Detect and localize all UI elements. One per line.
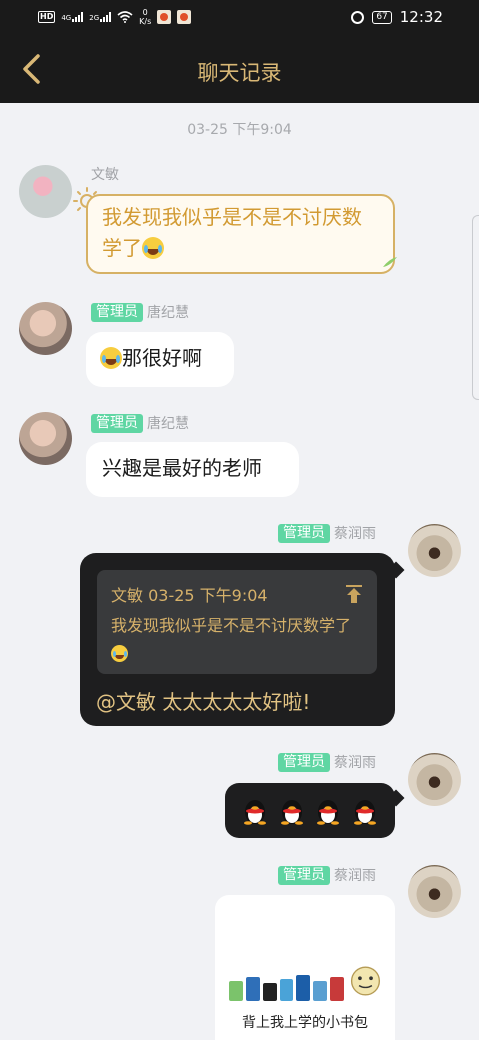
sender-name: 蔡润雨 bbox=[334, 755, 376, 771]
message-text: 那很好啊 bbox=[122, 346, 202, 370]
app-notification-icon bbox=[157, 10, 172, 24]
tears-of-joy-emoji-icon bbox=[111, 645, 128, 662]
penguin-emoji-icon bbox=[353, 799, 376, 825]
network-speed: 0 K/s bbox=[139, 8, 152, 26]
penguin-emoji-icon bbox=[280, 799, 303, 825]
sender-name-row: 管理员 唐纪慧 bbox=[91, 413, 189, 433]
tears-of-joy-emoji-icon bbox=[100, 347, 122, 369]
avatar[interactable] bbox=[19, 165, 72, 218]
message-text: 我发现我似乎是不是不讨厌数学了 bbox=[102, 205, 362, 260]
wifi-icon bbox=[117, 11, 133, 23]
clock: 12:32 bbox=[399, 8, 443, 26]
alarm-icon bbox=[351, 10, 365, 24]
battery-icon: 67 bbox=[372, 10, 392, 24]
quoted-message[interactable]: 文敏 03-25 下午9:04 我发现我似乎是不是不讨厌数学了 bbox=[97, 570, 377, 674]
books-sticker-image bbox=[229, 966, 384, 1001]
signal-icon-2: 2G bbox=[89, 12, 112, 22]
sender-name: 文敏 bbox=[91, 167, 119, 183]
sender-name-row: 文敏 bbox=[91, 164, 119, 184]
status-left: HD 4G 2G 0 K/s bbox=[38, 8, 192, 26]
cartoon-face-icon bbox=[350, 966, 381, 996]
admin-badge: 管理员 bbox=[91, 413, 143, 433]
admin-badge: 管理员 bbox=[278, 865, 330, 885]
message-bubble[interactable]: 我发现我似乎是不是不讨厌数学了 bbox=[86, 194, 395, 274]
message-text: @文敏 太太太太太好啦! bbox=[96, 690, 311, 714]
penguin-emoji-icon bbox=[244, 799, 267, 825]
hd-indicator: HD bbox=[38, 11, 56, 23]
admin-badge: 管理员 bbox=[91, 302, 143, 322]
admin-badge: 管理员 bbox=[278, 523, 330, 543]
quote-text: 我发现我似乎是不是不讨厌数学了 bbox=[111, 612, 361, 666]
sticker-card[interactable]: 背上我上学的小书包 bbox=[215, 895, 395, 1040]
message-bubble[interactable]: 那很好啊 bbox=[86, 332, 234, 387]
sender-name: 唐纪慧 bbox=[147, 416, 189, 432]
tears-of-joy-emoji-icon bbox=[142, 237, 164, 259]
avatar[interactable] bbox=[19, 412, 72, 465]
status-right: 67 12:32 bbox=[351, 8, 443, 26]
avatar[interactable] bbox=[19, 302, 72, 355]
avatar[interactable] bbox=[408, 524, 461, 577]
time-separator: 03-25 下午9:04 bbox=[187, 122, 292, 138]
message-bubble[interactable]: 兴趣是最好的老师 bbox=[86, 442, 299, 497]
quote-header: 文敏 03-25 下午9:04 bbox=[111, 586, 268, 605]
page-title: 聊天记录 bbox=[197, 61, 282, 85]
signal-icon: 4G bbox=[61, 12, 84, 22]
leaf-decoration-icon bbox=[383, 257, 397, 267]
sender-name-row: 管理员 蔡润雨 bbox=[278, 752, 376, 772]
jump-to-top-icon[interactable] bbox=[345, 584, 363, 604]
nav-header: 聊天记录 bbox=[0, 38, 479, 103]
sender-name: 唐纪慧 bbox=[147, 305, 189, 321]
status-bar: HD 4G 2G 0 K/s 67 12:32 bbox=[0, 0, 479, 38]
message-text: 兴趣是最好的老师 bbox=[102, 456, 262, 480]
avatar[interactable] bbox=[408, 865, 461, 918]
app-notification-icon-2 bbox=[177, 10, 192, 24]
sender-name: 蔡润雨 bbox=[334, 526, 376, 542]
sender-name-row: 管理员 蔡润雨 bbox=[278, 523, 376, 543]
admin-badge: 管理员 bbox=[278, 752, 330, 772]
avatar[interactable] bbox=[408, 753, 461, 806]
sender-name: 蔡润雨 bbox=[334, 868, 376, 884]
scroll-indicator bbox=[472, 215, 479, 400]
penguin-emoji-icon bbox=[317, 799, 340, 825]
sender-name-row: 管理员 蔡润雨 bbox=[278, 865, 376, 885]
sender-name-row: 管理员 唐纪慧 bbox=[91, 302, 189, 322]
sticker-caption: 背上我上学的小书包 bbox=[242, 1015, 368, 1031]
sticker-row bbox=[225, 783, 395, 838]
